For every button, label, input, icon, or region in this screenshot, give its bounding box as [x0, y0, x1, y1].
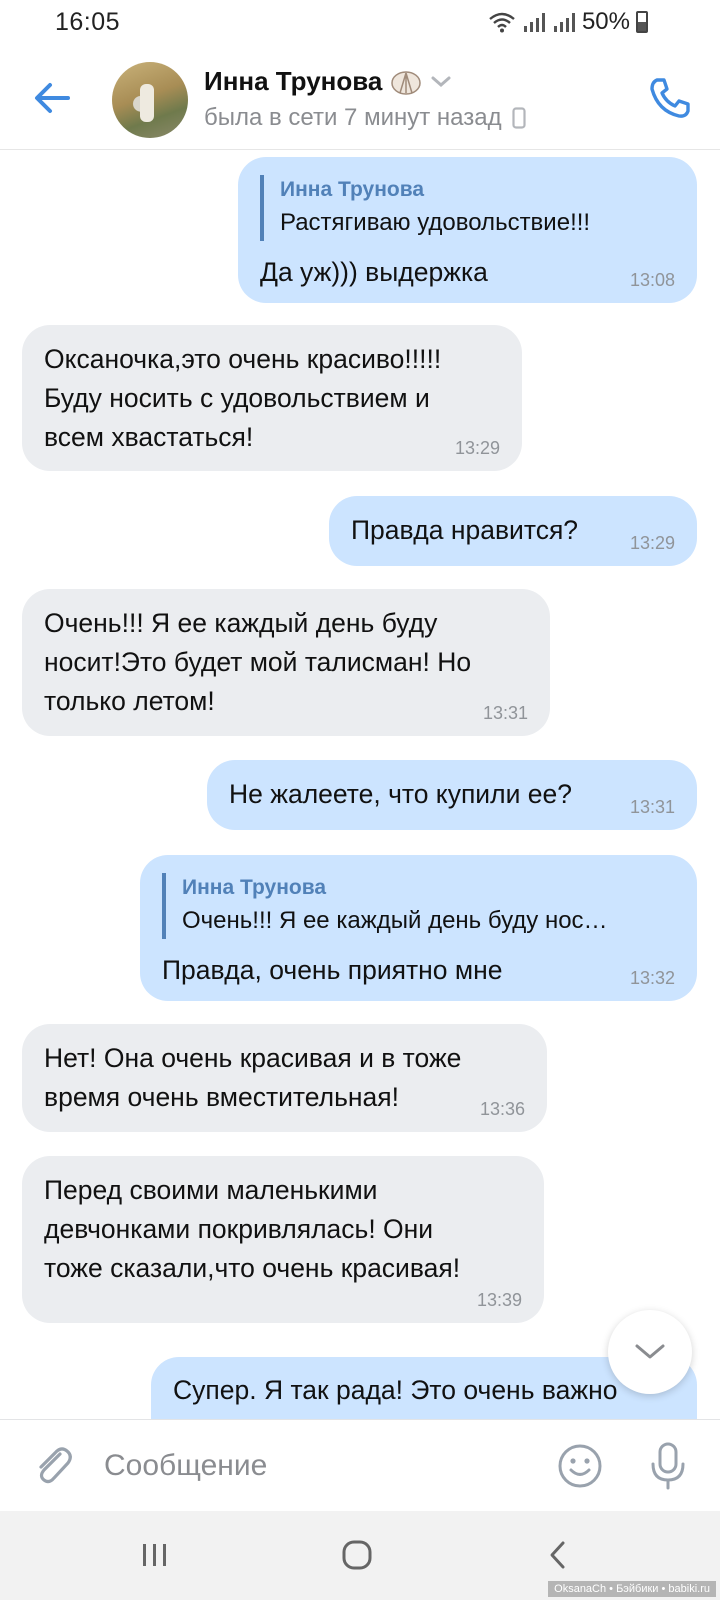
status-icons: 50%: [488, 8, 648, 36]
message-bubble[interactable]: Правда нравится? 13:29: [329, 496, 697, 566]
back-chevron-icon: [550, 1541, 565, 1569]
system-back-button[interactable]: [534, 1531, 582, 1579]
chevron-down-icon: [635, 1344, 665, 1359]
message-bubble[interactable]: Инна Трунова Очень!!! Я ее каждый день б…: [140, 855, 697, 1001]
message-text: Очень!!! Я ее каждый день буду носит!Это…: [44, 608, 472, 716]
chat-header: Инна Трунова была в сети 7 минут назад: [0, 46, 720, 150]
contact-title[interactable]: Инна Трунова: [204, 66, 452, 97]
message-text: Да уж))) выдержка: [260, 257, 488, 287]
system-nav-bar: OksanaCh • Бэйбики • babiki.ru: [0, 1511, 720, 1600]
message-list[interactable]: Инна Трунова Растягиваю удовольствие!!! …: [0, 151, 720, 1419]
back-button[interactable]: [30, 76, 74, 120]
contact-name: Инна Трунова: [204, 66, 383, 96]
reply-author: Инна Трунова: [280, 178, 425, 201]
message-bubble[interactable]: Нет! Она очень красивая и в тоже время о…: [22, 1024, 547, 1132]
reply-quote[interactable]: Инна Трунова Очень!!! Я ее каждый день б…: [162, 873, 675, 939]
microphone-icon: [651, 1442, 685, 1490]
scroll-down-button[interactable]: [608, 1310, 692, 1394]
wifi-icon: [489, 12, 515, 33]
message-text: Нет! Она очень красивая и в тоже время о…: [44, 1043, 462, 1112]
battery-text: 50%: [581, 8, 630, 35]
message-bubble[interactable]: Оксаночка,это очень красиво!!!!! Буду но…: [22, 325, 522, 471]
reply-text: Растягиваю удовольствие!!!: [280, 209, 591, 236]
status-bar: 16:05 50%: [0, 0, 720, 46]
message-time: 13:39: [476, 1290, 522, 1310]
paperclip-icon: [39, 1447, 72, 1484]
phone-icon: [650, 78, 690, 118]
message-input[interactable]: [104, 1438, 524, 1494]
home-icon: [342, 1540, 372, 1570]
call-button[interactable]: [646, 74, 694, 122]
reply-author: Инна Трунова: [182, 876, 327, 899]
chevron-down-icon[interactable]: [430, 75, 452, 89]
message-time: 13:31: [482, 703, 528, 723]
reply-text: Очень!!! Я ее каждый день буду нос…: [182, 907, 608, 934]
message-time: 13:36: [479, 1099, 525, 1119]
message-time: 13:32: [629, 968, 675, 988]
shell-emoji-icon: [391, 70, 422, 95]
avatar-figure: [140, 84, 154, 122]
contact-status: была в сети 7 минут назад: [204, 104, 526, 132]
message-text: Супер. Я так рада! Это очень важно: [173, 1375, 618, 1405]
message-text: Не жалеете, что купили ее?: [229, 779, 572, 809]
message-text: Правда, очень приятно мне: [162, 955, 503, 985]
signal-icon-2: [553, 13, 575, 32]
reply-quote[interactable]: Инна Трунова Растягиваю удовольствие!!!: [260, 175, 675, 241]
home-button[interactable]: [333, 1531, 381, 1579]
watermark: OksanaCh • Бэйбики • babiki.ru: [548, 1581, 716, 1597]
last-seen-text: была в сети 7 минут назад: [204, 104, 502, 131]
message-text: Перед своими маленькими девчонками покри…: [44, 1175, 461, 1283]
message-bubble[interactable]: Не жалеете, что купили ее? 13:31: [207, 760, 697, 830]
arrow-left-icon: [35, 83, 70, 113]
signal-icon: [523, 13, 545, 32]
battery-icon: [636, 11, 648, 33]
recent-apps-button[interactable]: [131, 1531, 179, 1579]
emoji-button[interactable]: [556, 1442, 604, 1490]
voice-message-button[interactable]: [644, 1440, 692, 1492]
recent-apps-icon: [143, 1544, 166, 1566]
smile-icon: [558, 1444, 602, 1488]
attach-button[interactable]: [30, 1442, 78, 1490]
message-text: Правда нравится?: [351, 515, 579, 545]
message-text: Оксаночка,это очень красиво!!!!! Буду но…: [44, 344, 442, 452]
message-time: 13:29: [454, 438, 500, 458]
status-time: 16:05: [55, 8, 121, 36]
message-time: 13:29: [629, 533, 675, 553]
avatar[interactable]: [112, 62, 188, 138]
message-composer: [0, 1419, 720, 1511]
message-bubble[interactable]: Инна Трунова Растягиваю удовольствие!!! …: [238, 157, 697, 303]
message-time: 13:08: [629, 270, 675, 290]
message-time: 13:31: [629, 797, 675, 817]
message-bubble[interactable]: Перед своими маленькими девчонками покри…: [22, 1156, 544, 1323]
message-bubble[interactable]: Очень!!! Я ее каждый день буду носит!Это…: [22, 589, 550, 736]
mobile-device-icon: [511, 107, 526, 129]
